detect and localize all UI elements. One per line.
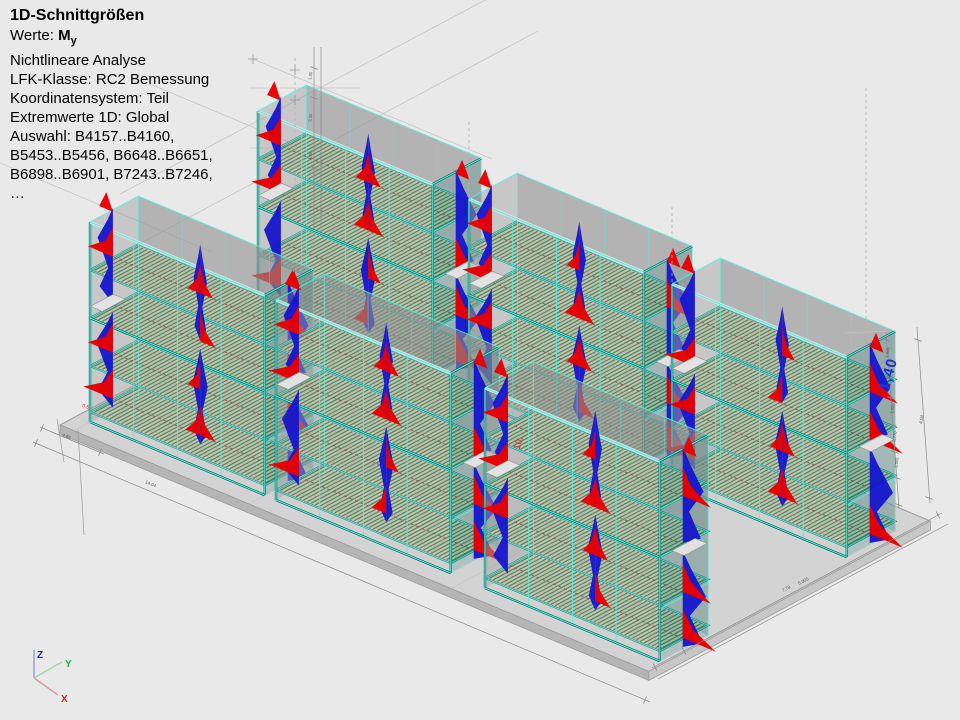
x-axis-label: X xyxy=(61,694,68,705)
result-values-line: Werte: My xyxy=(10,26,213,51)
lfk-class-line: LFK-Klasse: RC2 Bemessung xyxy=(10,70,213,89)
werte-symbol: My xyxy=(58,27,77,44)
coord-system-line: Koordinatensystem: Teil xyxy=(10,89,213,108)
x-axis-line xyxy=(34,678,58,695)
selection-line-2: B5453..B5456, B6648..B6651, xyxy=(10,146,213,165)
dimension-tick xyxy=(925,497,933,500)
y-axis-label: Y xyxy=(65,659,72,670)
z-axis-label: Z xyxy=(37,650,43,661)
selection-line-3: B6898..B6901, B7243..B7246, xyxy=(10,165,213,184)
dimension-witness-line xyxy=(78,430,84,535)
dimension-label: 4,04 xyxy=(918,414,925,424)
y-axis-line xyxy=(34,662,62,678)
werte-label: Werte: xyxy=(10,27,54,44)
axis-triad: Z Y X xyxy=(18,640,90,711)
analysis-type-line: Nichtlineare Analyse xyxy=(10,51,213,70)
dimension-label: 1,005 xyxy=(893,456,900,468)
selection-ellipsis: … xyxy=(10,184,213,203)
extreme-values-line: Extremwerte 1D: Global xyxy=(10,108,213,127)
selection-line-1: Auswahl: B4157..B4160, xyxy=(10,127,213,146)
result-title: 1D-Schnittgrößen xyxy=(10,6,213,25)
dimension-label: 14,04 xyxy=(145,479,158,488)
result-info-panel: 1D-Schnittgrößen Werte: My Nichtlineare … xyxy=(10,6,213,203)
dimension-tick xyxy=(936,511,940,518)
axis-triad-canvas: Z Y X xyxy=(18,640,90,706)
viewport-3d[interactable]: 4,5514,047,785,0051,0052,7701,0052,7701,… xyxy=(0,0,960,720)
moment-diagram-min xyxy=(267,81,281,101)
dimension-label: 1,00 xyxy=(307,71,313,81)
dimension-label: 2,770 xyxy=(891,430,898,442)
